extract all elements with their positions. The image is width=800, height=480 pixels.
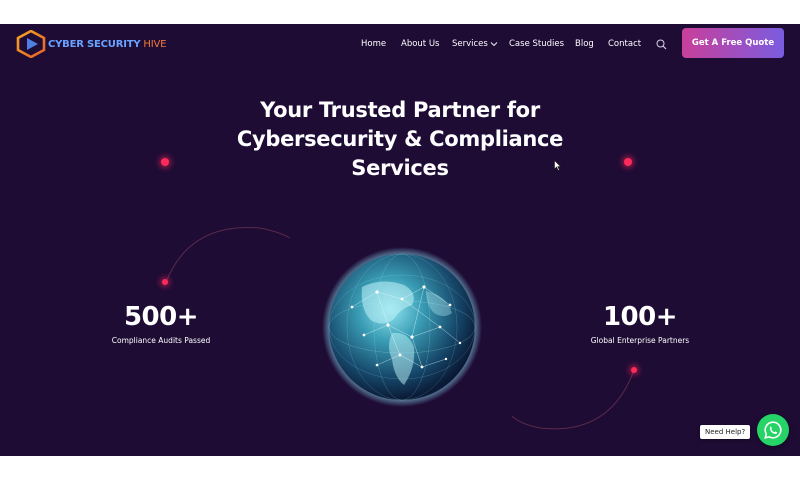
hero-headline-line-1: Your Trusted Partner for <box>260 98 540 122</box>
decorative-dot <box>631 367 637 373</box>
brand-name-bold: CYBER SECURITY <box>48 38 141 50</box>
nav-item-home[interactable]: Home <box>361 39 386 49</box>
decorative-dot <box>161 158 169 166</box>
stat-value: 500+ <box>123 302 199 332</box>
hero-section: CYBER SECURITY HIVE Home About Us Service… <box>0 24 800 456</box>
site-header: CYBER SECURITY HIVE Home About Us Service… <box>0 24 800 64</box>
chevron-down-icon <box>490 42 498 47</box>
get-free-quote-button[interactable]: Get A Free Quote <box>682 28 784 58</box>
mouse-cursor-icon <box>554 160 561 171</box>
nav-item-case-studies[interactable]: Case Studies <box>509 39 564 49</box>
nav-item-about-us[interactable]: About Us <box>401 39 439 49</box>
nav-item-services[interactable]: Services <box>452 39 498 49</box>
page: CYBER SECURITY HIVE Home About Us Service… <box>0 0 800 480</box>
hexagon-play-logo-icon <box>16 30 46 58</box>
brand-name: CYBER SECURITY HIVE <box>48 39 166 50</box>
nav-item-services-label: Services <box>452 39 488 49</box>
stat-compliance-audits: 500+ Compliance Audits Passed <box>81 302 241 345</box>
whatsapp-icon <box>764 421 782 439</box>
decorative-dot <box>624 158 632 166</box>
hero-headline-line-2: Cybersecurity & Compliance <box>236 127 564 151</box>
whatsapp-chat-button[interactable] <box>757 414 789 446</box>
nav-item-blog[interactable]: Blog <box>575 39 594 49</box>
globe-network-icon <box>322 247 482 407</box>
stat-value: 100+ <box>602 302 678 332</box>
need-help-bubble[interactable]: Need Help? <box>700 425 751 439</box>
brand-logo[interactable]: CYBER SECURITY HIVE <box>16 30 166 58</box>
stat-enterprise-partners: 100+ Global Enterprise Partners <box>560 302 720 345</box>
hero-headline: Your Trusted Partner for Cybersecurity &… <box>200 96 600 183</box>
hero-headline-line-3: Services <box>351 156 449 180</box>
decorative-dot <box>162 279 168 285</box>
search-icon[interactable] <box>656 39 667 50</box>
brand-name-light: HIVE <box>143 38 167 50</box>
stat-label: Compliance Audits Passed <box>111 336 211 345</box>
stat-label: Global Enterprise Partners <box>590 336 690 345</box>
nav-item-contact[interactable]: Contact <box>608 39 641 49</box>
